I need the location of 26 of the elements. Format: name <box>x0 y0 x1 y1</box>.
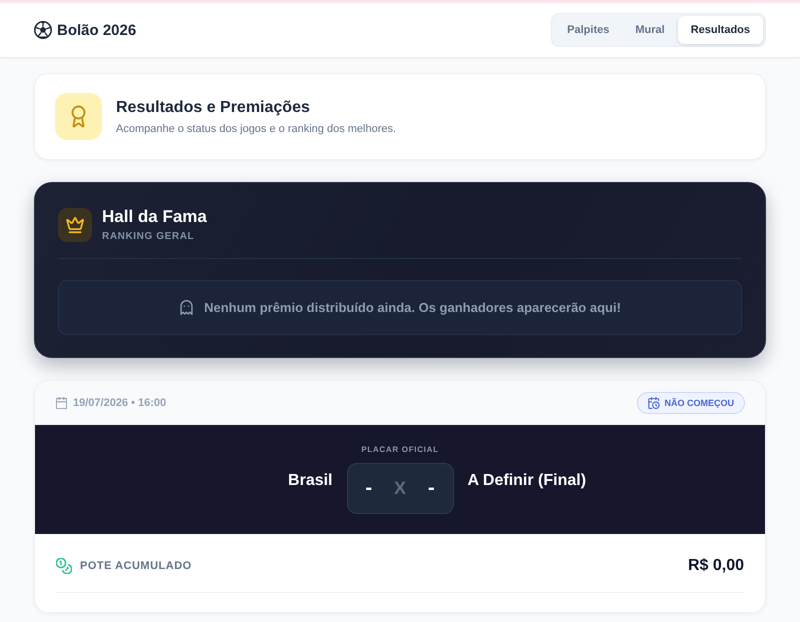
calendar-clock-icon <box>648 396 660 408</box>
nav-tab[interactable]: Palpites <box>554 16 622 44</box>
app-title: Bolão 2026 <box>57 22 136 38</box>
calendar-icon <box>56 396 67 408</box>
section-title: Hall da Fama <box>102 207 207 227</box>
match-datetime: 19/07/2026 • 16:00 <box>73 396 166 408</box>
page-title: Resultados e Premiações <box>116 98 311 116</box>
score-label: PLACAR OFICIAL <box>361 445 439 454</box>
crown-icon <box>58 208 92 242</box>
award-icon <box>55 93 102 140</box>
team-name: Brasil <box>288 471 332 490</box>
nav-tab[interactable]: Mural <box>622 16 678 44</box>
team-name: A Definir (Final) <box>468 471 586 490</box>
score-separator: X <box>394 478 406 499</box>
empty-state-message: Nenhum prêmio distribuído ainda. Os ganhadores aparecerão aqui! <box>204 300 621 315</box>
score-value: - <box>365 477 372 500</box>
pot-label: POTE ACUMULADO <box>80 560 192 572</box>
ghost-icon <box>179 300 194 315</box>
section-subtitle: RANKING GERAL <box>102 231 196 242</box>
score-value: - <box>428 477 435 500</box>
pot-amount: R$ 0,00 <box>688 557 744 575</box>
page-subtitle: Acompanhe o status dos jogos e o ranking dos melhores. <box>116 122 396 134</box>
coins-icon <box>56 558 72 574</box>
soccer-ball-icon <box>34 21 52 39</box>
nav-tab[interactable]: Resultados <box>678 16 763 44</box>
status-text: NÃO COMEÇOU <box>664 398 734 408</box>
